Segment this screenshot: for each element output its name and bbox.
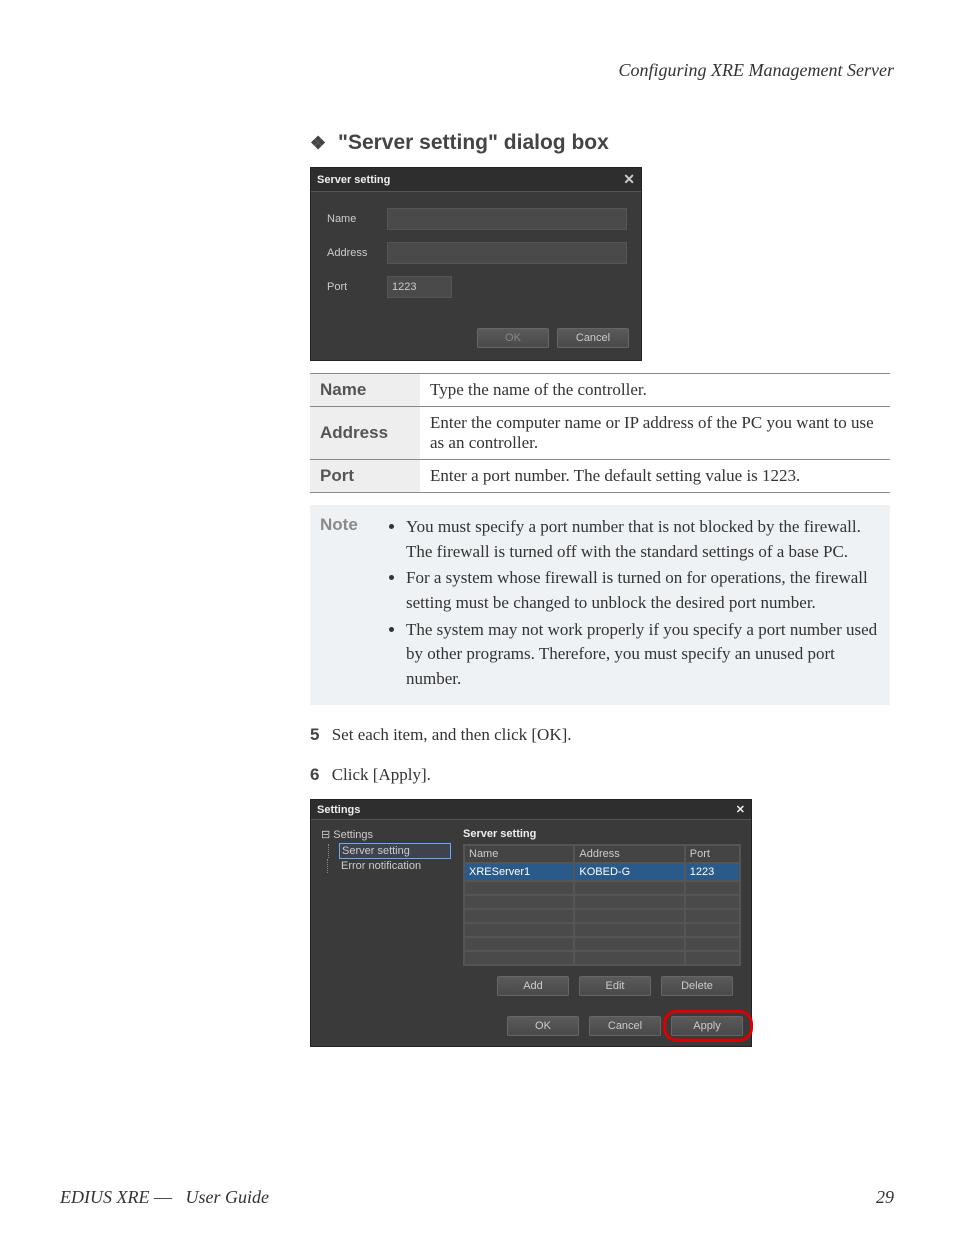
field-description-table: Name Type the name of the controller. Ad…	[310, 373, 890, 493]
cancel-button[interactable]: Cancel	[589, 1016, 661, 1036]
close-icon[interactable]: ✕	[623, 171, 635, 188]
step-text: Click [Apply].	[332, 765, 431, 784]
col-address: Address	[574, 845, 684, 863]
desc-row-label: Address	[310, 407, 420, 460]
tree-item-error-notification[interactable]: Error notification	[339, 859, 451, 873]
page-header-context: Configuring XRE Management Server	[60, 60, 894, 81]
delete-button[interactable]: Delete	[661, 976, 733, 996]
cell-address: KOBED-G	[574, 863, 684, 881]
desc-row-label: Port	[310, 460, 420, 493]
panel-title: Server setting	[463, 828, 741, 840]
address-input[interactable]	[387, 242, 627, 264]
server-list-grid: Name Address Port XREServer1 KOBED-G 122…	[463, 844, 741, 966]
cancel-button[interactable]: Cancel	[557, 328, 629, 348]
address-label: Address	[327, 247, 387, 259]
edit-button[interactable]: Edit	[579, 976, 651, 996]
note-item: You must specify a port number that is n…	[406, 515, 878, 564]
dialog-title: Server setting	[317, 174, 390, 186]
footer-dash: —	[154, 1187, 172, 1207]
note-label: Note	[320, 515, 390, 693]
desc-row-text: Type the name of the controller.	[420, 374, 890, 407]
note-item: The system may not work properly if you …	[406, 618, 878, 692]
step-number: 6	[310, 765, 319, 784]
note-box: Note You must specify a port number that…	[310, 505, 890, 705]
col-name: Name	[464, 845, 574, 863]
ok-button[interactable]: OK	[477, 328, 549, 348]
server-setting-dialog: Server setting ✕ Name Address Port OK Ca…	[310, 167, 642, 361]
tree-item-server-setting[interactable]: Server setting	[339, 843, 451, 859]
name-input[interactable]	[387, 208, 627, 230]
cell-port: 1223	[685, 863, 740, 881]
desc-row-label: Name	[310, 374, 420, 407]
apply-button[interactable]: Apply	[671, 1016, 743, 1036]
section-title-text: "Server setting" dialog box	[338, 131, 609, 154]
desc-row-text: Enter the computer name or IP address of…	[420, 407, 890, 460]
tree-expand-icon[interactable]: ⊟	[321, 829, 330, 841]
diamond-icon: ❖	[310, 133, 326, 153]
section-title: ❖ "Server setting" dialog box	[310, 131, 894, 155]
port-label: Port	[327, 281, 387, 293]
table-row[interactable]: XREServer1 KOBED-G 1223	[464, 863, 740, 881]
page-footer: EDIUS XRE — User Guide 29	[60, 1187, 894, 1208]
step-number: 5	[310, 725, 319, 744]
col-port: Port	[685, 845, 740, 863]
dialog-title: Settings	[317, 804, 360, 816]
footer-guide: User Guide	[185, 1187, 269, 1207]
tree-root[interactable]: ⊟ Settings	[321, 828, 451, 841]
step-5: 5 Set each item, and then click [OK].	[310, 725, 894, 745]
name-label: Name	[327, 213, 387, 225]
add-button[interactable]: Add	[497, 976, 569, 996]
settings-dialog: Settings ✕ ⊟ Settings Server setting Err…	[310, 799, 752, 1047]
page-number: 29	[876, 1187, 894, 1208]
desc-row-text: Enter a port number. The default setting…	[420, 460, 890, 493]
footer-product: EDIUS XRE	[60, 1187, 149, 1207]
step-text: Set each item, and then click [OK].	[332, 725, 572, 744]
settings-tree: ⊟ Settings Server setting Error notifica…	[315, 824, 457, 1004]
note-item: For a system whose firewall is turned on…	[406, 566, 878, 615]
ok-button[interactable]: OK	[507, 1016, 579, 1036]
cell-name: XREServer1	[464, 863, 574, 881]
dialog-titlebar: Server setting ✕	[311, 168, 641, 192]
step-6: 6 Click [Apply].	[310, 765, 894, 785]
port-input[interactable]	[387, 276, 452, 298]
dialog-titlebar: Settings ✕	[311, 800, 751, 820]
close-icon[interactable]: ✕	[736, 803, 745, 816]
